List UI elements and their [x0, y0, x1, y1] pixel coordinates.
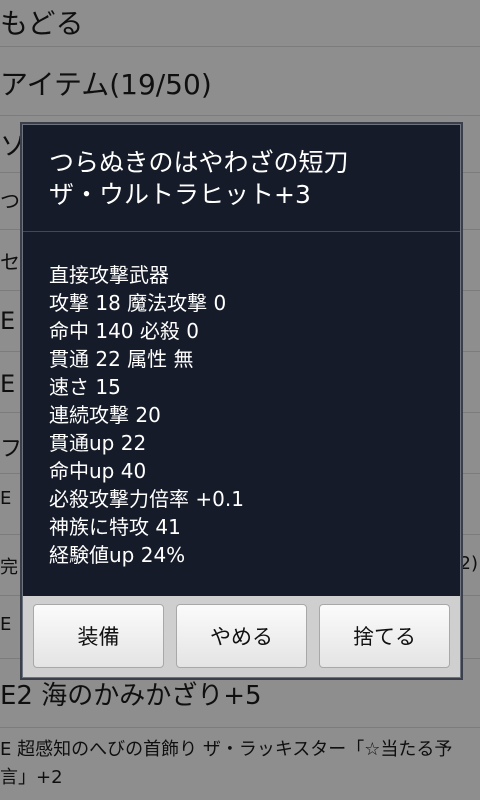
stat-line: 攻撃 18 魔法攻撃 0 [49, 291, 227, 315]
stat-line: 命中 140 必殺 0 [49, 319, 199, 343]
stat-line: 神族に特攻 41 [49, 515, 181, 539]
stat-line: 命中up 40 [49, 459, 147, 483]
cancel-button[interactable]: やめる [176, 604, 307, 668]
discard-button[interactable]: 捨てる [319, 604, 450, 668]
stat-line: 貫通up 22 [49, 431, 147, 455]
item-stats: 直接攻撃武器 攻撃 18 魔法攻撃 0 命中 140 必殺 0 貫通 22 属性… [49, 261, 439, 569]
stat-line: 必殺攻撃力倍率 +0.1 [49, 487, 244, 511]
equip-button[interactable]: 装備 [33, 604, 164, 668]
dialog-button-bar: 装備 やめる 捨てる [23, 596, 460, 677]
item-name: つらぬきのはやわざの短刀 [49, 148, 349, 177]
stat-line: 経験値up 24% [49, 543, 186, 567]
stat-line: 連続攻撃 20 [49, 403, 161, 427]
dialog-title: つらぬきのはやわざの短刀 ザ・ウルトラヒット+3 [49, 147, 439, 211]
dialog-divider [23, 231, 460, 232]
item-detail-dialog: つらぬきのはやわざの短刀 ザ・ウルトラヒット+3 直接攻撃武器 攻撃 18 魔法… [22, 124, 461, 678]
stat-line: 貫通 22 属性 無 [49, 347, 194, 371]
stat-line: 直接攻撃武器 [49, 263, 169, 287]
item-subtitle: ザ・ウルトラヒット+3 [49, 180, 311, 209]
stat-line: 速さ 15 [49, 375, 121, 399]
